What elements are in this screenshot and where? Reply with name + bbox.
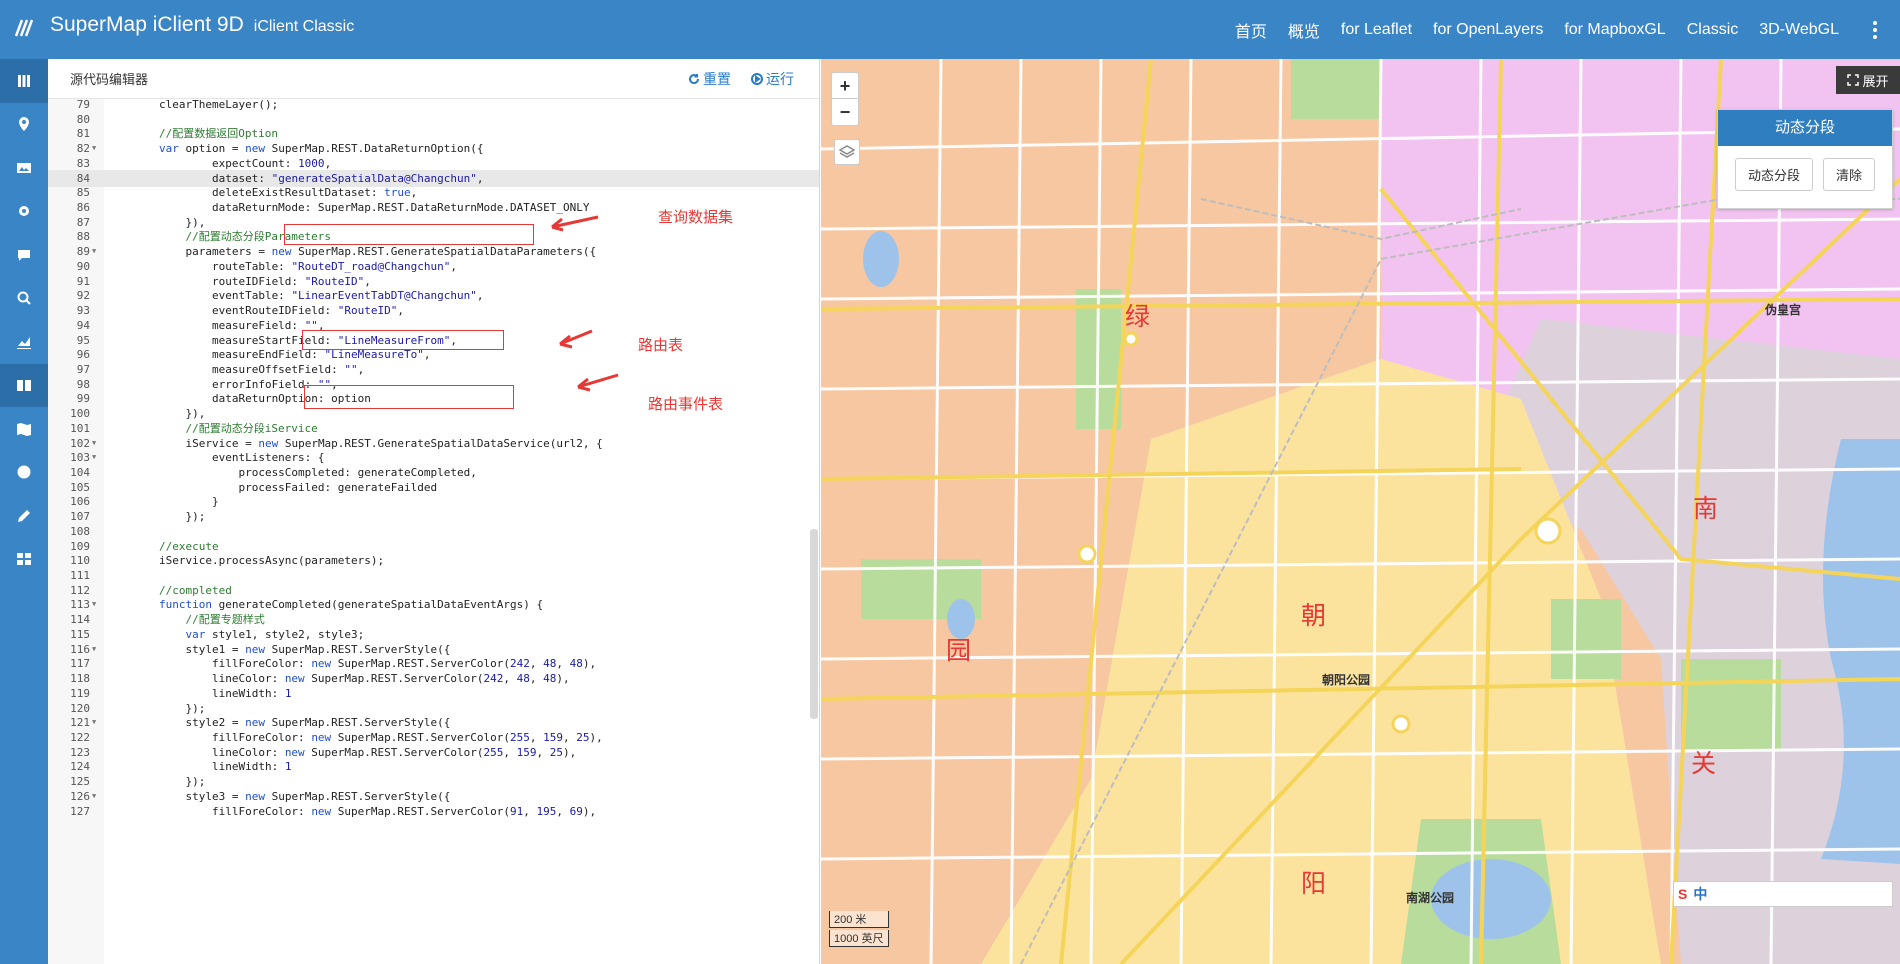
- scale-metric: 200 米: [829, 911, 889, 928]
- map-label-yang: 阳: [1301, 870, 1327, 898]
- editor-actions: 重置 运行: [668, 59, 794, 99]
- zoom-out-button[interactable]: −: [832, 99, 858, 125]
- brand[interactable]: SuperMap iClient 9D iClient Classic: [14, 12, 354, 38]
- panel-body: 动态分段 清除: [1718, 146, 1892, 191]
- sidebar-item-edit[interactable]: [0, 494, 48, 538]
- sidebar-item-globe[interactable]: [0, 451, 48, 495]
- annotation-arrows: [551, 215, 619, 392]
- sidebar-item-search[interactable]: [0, 277, 48, 321]
- map-label-lv: 绿: [1125, 303, 1151, 331]
- book-icon: [17, 380, 31, 392]
- map-marker-icon: [19, 117, 29, 132]
- sidebar-item-marker[interactable]: [0, 103, 48, 147]
- menu-icon: [18, 74, 30, 87]
- zoom-in-button[interactable]: +: [832, 73, 858, 99]
- image-icon: [17, 162, 31, 173]
- sidebar-toggle[interactable]: [0, 59, 48, 103]
- sidebar-item-chart[interactable]: [0, 320, 48, 364]
- map-label-yuan: 园: [946, 637, 972, 665]
- poi-label-chaoyang-park: 朝阳公园: [1322, 673, 1371, 687]
- comment-icon: [18, 249, 30, 261]
- nav-leaflet[interactable]: for Leaflet: [1341, 21, 1412, 39]
- chart-icon: [17, 336, 31, 349]
- nav-classic[interactable]: Classic: [1687, 21, 1739, 39]
- nav-mapboxgl[interactable]: for MapboxGL: [1564, 21, 1665, 39]
- fullscreen-icon: [1847, 74, 1860, 86]
- dynamic-segment-button[interactable]: 动态分段: [1734, 158, 1813, 191]
- map-label-nan: 南: [1693, 495, 1719, 523]
- editor-header: 源代码编辑器 重置 运行: [48, 59, 819, 99]
- annotation-dataset: 查询数据集: [658, 209, 734, 226]
- refresh-icon: [689, 74, 700, 85]
- sidebar-item-image[interactable]: [0, 146, 48, 190]
- map-icon: [17, 422, 31, 436]
- sidebar-item-grid[interactable]: [0, 538, 48, 582]
- ime-mode-label: 中: [1693, 886, 1708, 902]
- nav-3d-webgl[interactable]: 3D-WebGL: [1759, 21, 1839, 39]
- poi-label-nanhu-park: 南湖公园: [1406, 891, 1455, 905]
- nav-home[interactable]: 首页: [1235, 18, 1267, 42]
- layers-icon: [839, 145, 855, 158]
- globe-icon: [17, 465, 31, 479]
- app-header: SuperMap iClient 9D iClient Classic 首页 概…: [0, 0, 1900, 59]
- highlight-box-dataset: [284, 224, 534, 245]
- nav-openlayers[interactable]: for OpenLayers: [1433, 21, 1543, 39]
- ime-toolbar[interactable]: S 中: [1673, 881, 1893, 907]
- scale-imperial: 1000 英尺: [829, 930, 889, 947]
- zoom-control: + −: [831, 72, 859, 126]
- sidebar-item-map[interactable]: [0, 407, 48, 451]
- dynamic-segment-panel: 动态分段 动态分段 清除: [1717, 109, 1893, 209]
- reset-button[interactable]: 重置: [688, 69, 731, 89]
- run-label: 运行: [766, 71, 794, 87]
- ime-logo-icon: S: [1678, 886, 1688, 902]
- sidebar-item-comment[interactable]: [0, 233, 48, 277]
- top-nav: 首页 概览 for Leaflet for OpenLayers for Map…: [1235, 0, 1900, 59]
- sidebar-item-book[interactable]: [0, 363, 48, 407]
- poi-label-palace: 伪皇宫: [1765, 303, 1802, 317]
- search-icon: [17, 291, 31, 305]
- layer-switcher-button[interactable]: [834, 139, 860, 165]
- edit-icon: [18, 509, 30, 522]
- code-editor-panel: 源代码编辑器 重置 运行 127 fillForeColor: new Supe…: [48, 59, 820, 964]
- highlight-box-route: [302, 330, 504, 350]
- code-line: 79 clearThemeLayer();: [76, 99, 279, 111]
- reset-label: 重置: [703, 71, 731, 87]
- annotation-route: 路由表: [638, 337, 684, 354]
- supermap-logo-icon: [14, 19, 34, 37]
- app-title: SuperMap iClient 9D: [50, 13, 244, 36]
- code-area[interactable]: 127 fillForeColor: new SuperMap.REST.Ser…: [48, 99, 819, 964]
- scale-bar: 200 米 1000 英尺: [829, 909, 889, 947]
- highlight-box-event: [304, 385, 514, 409]
- more-menu-icon[interactable]: [1860, 15, 1890, 45]
- expand-button[interactable]: 展开: [1836, 66, 1900, 94]
- app-subtitle: iClient Classic: [253, 18, 355, 35]
- gear-icon: [19, 206, 29, 217]
- expand-label: 展开: [1862, 73, 1889, 89]
- grid-icon: [17, 553, 31, 566]
- panel-title: 动态分段: [1718, 110, 1892, 146]
- clear-button[interactable]: 清除: [1823, 158, 1876, 191]
- sidebar-item-settings[interactable]: [0, 190, 48, 234]
- run-button[interactable]: 运行: [751, 69, 794, 89]
- editor-title: 源代码编辑器: [70, 72, 149, 87]
- map-label-guan: 关: [1691, 750, 1717, 778]
- map-view[interactable]: + − 展开 动态分段 动态分段 清除 绿 园 朝 阳 南 关 伪皇宫 朝阳公园…: [821, 59, 1900, 964]
- editor-scrollbar[interactable]: [810, 529, 818, 719]
- left-sidebar: [0, 59, 48, 964]
- play-circle-icon: [751, 73, 763, 85]
- map-label-chao: 朝: [1301, 602, 1327, 630]
- annotation-event: 路由事件表: [648, 396, 724, 413]
- nav-overview[interactable]: 概览: [1288, 18, 1320, 42]
